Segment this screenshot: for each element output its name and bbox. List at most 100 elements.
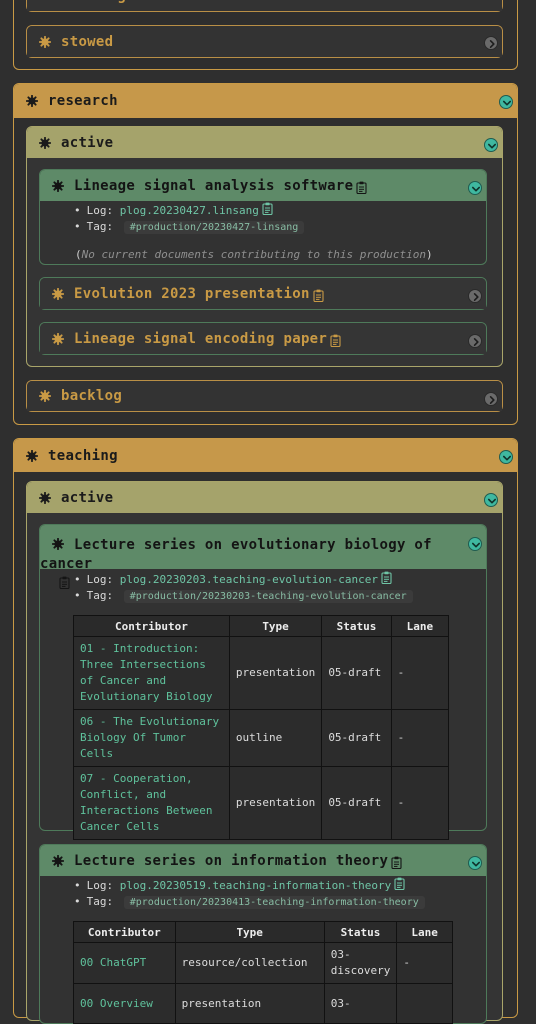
log-link[interactable]: plog.20230203.teaching-evolution-cancer (120, 573, 378, 586)
chevron-right-icon[interactable] (468, 334, 482, 348)
gear-icon (39, 390, 51, 402)
production-card-header[interactable]: Lineage signal analysis software (40, 170, 486, 201)
clipboard-icon[interactable] (356, 179, 367, 192)
category-teaching-title: teaching (48, 447, 118, 464)
production-title: Lecture series on evolutionary biology o… (40, 537, 432, 572)
tag-chip[interactable]: #production/20230427-linsang (123, 221, 305, 234)
chevron-right-icon[interactable] (468, 289, 482, 303)
gear-icon (26, 450, 38, 462)
lane-research-active-header[interactable]: active (27, 127, 502, 158)
type-cell: outline (228, 709, 323, 767)
status-cell: 05-draft (321, 766, 392, 840)
status-cell: 05-draft (321, 709, 392, 767)
contributor-link[interactable]: 00 ChatGPT (73, 942, 176, 984)
tag-line: • Tag: #production/20230203-teaching-evol… (74, 589, 413, 603)
chevron-down-icon[interactable] (468, 856, 482, 870)
lane-research-active-label: active (61, 134, 114, 151)
tag-line: • Tag: #production/20230413-teaching-info… (74, 895, 425, 909)
lane-research-backlog-label: backlog (61, 388, 123, 404)
lane-stowed-label: stowed (61, 33, 114, 50)
bullet: • (74, 589, 81, 602)
lane-backlog-top-label: backlog (65, 0, 126, 4)
bullet: • (74, 220, 81, 233)
lane-cell: - (390, 766, 450, 840)
production-card-collapsed[interactable]: Evolution 2023 presentation (39, 277, 487, 310)
production-card-header[interactable]: Lecture series on information theory (40, 845, 486, 876)
table-row: 00 ChatGPT resource/collection 03-discov… (73, 942, 453, 984)
chevron-down-icon[interactable] (468, 181, 482, 195)
lane-stowed[interactable]: stowed (26, 25, 503, 58)
log-label: Log: (86, 879, 114, 892)
column-header: Type (228, 615, 323, 637)
clipboard-icon[interactable] (330, 332, 341, 345)
tag-label: Tag: (86, 895, 114, 908)
contributor-link[interactable]: 07 - Cooperation, Conflict, and Interact… (73, 766, 230, 840)
gear-icon (52, 855, 64, 867)
log-label: Log: (86, 573, 114, 586)
gear-icon (39, 137, 51, 149)
status-cell: 05-draft (321, 636, 392, 710)
lane-teaching-active-header[interactable]: active (27, 482, 502, 513)
bullet: • (74, 204, 81, 217)
lane-backlog-top[interactable]: backlog (26, 0, 503, 12)
empty-note-text: No current documents contributing to thi… (81, 248, 426, 261)
clipboard-icon[interactable] (394, 877, 405, 890)
log-link[interactable]: plog.20230427.linsang (120, 204, 259, 217)
chevron-down-icon[interactable] (484, 138, 498, 152)
column-header: Contributor (73, 921, 176, 943)
chevron-right-icon[interactable] (484, 36, 498, 50)
production-title: Lineage signal analysis software (74, 177, 354, 194)
lane-cell (396, 983, 453, 1024)
clipboard-icon[interactable] (59, 574, 70, 587)
table-row: 06 - The Evolutionary Biology Of Tumor C… (73, 709, 450, 767)
contributor-link[interactable]: 01 - Introduction: Three Intersections o… (73, 636, 230, 710)
lane-cell: - (390, 636, 450, 710)
production-title: Evolution 2023 presentation (74, 285, 310, 302)
chevron-down-icon[interactable] (499, 450, 513, 464)
gear-icon (52, 288, 64, 300)
clipboard-icon[interactable] (391, 854, 402, 867)
contributor-link[interactable]: 00 Overview (73, 983, 176, 1024)
category-research-header[interactable]: research (14, 84, 517, 118)
production-card-collapsed[interactable]: Lineage signal encoding paper (39, 322, 487, 355)
tag-chip[interactable]: #production/20230203-teaching-evolution-… (123, 590, 413, 603)
gear-icon (26, 95, 38, 107)
log-line: • Log: plog.20230427.linsang (74, 202, 273, 217)
bullet: • (74, 573, 81, 586)
production-card-header[interactable]: Lecture series on evolutionary biology o… (40, 525, 486, 569)
gear-icon (52, 538, 64, 550)
chevron-down-icon[interactable] (468, 537, 482, 551)
column-header: Lane (390, 615, 450, 637)
gear-icon (52, 333, 64, 345)
category-teaching-header[interactable]: teaching (14, 439, 517, 472)
bullet: • (74, 879, 81, 892)
contributor-table: Contributor Type Status Lane 01 - Introd… (73, 615, 450, 840)
column-header: Lane (396, 921, 453, 943)
log-label: Log: (86, 204, 114, 217)
table-row: 00 Overview presentation 03- (73, 983, 453, 1024)
column-header: Type (174, 921, 325, 943)
status-cell: 03- (323, 983, 398, 1024)
type-cell: presentation (228, 636, 323, 710)
lane-research-backlog[interactable]: backlog (26, 380, 503, 412)
column-header: Contributor (73, 615, 230, 637)
clipboard-icon[interactable] (381, 571, 392, 584)
tag-line: • Tag: #production/20230427-linsang (74, 220, 305, 234)
status-cell: 03-discovery (323, 942, 398, 984)
chevron-right-icon[interactable] (484, 392, 498, 406)
lane-teaching-active-label: active (61, 489, 114, 506)
empty-note: (No current documents contributing to th… (75, 248, 433, 261)
chevron-down-icon[interactable] (499, 95, 513, 109)
tag-chip[interactable]: #production/20230413-teaching-informatio… (123, 896, 425, 909)
type-cell: presentation (174, 983, 325, 1024)
category-research-title: research (48, 93, 118, 109)
contributor-link[interactable]: 06 - The Evolutionary Biology Of Tumor C… (73, 709, 230, 767)
column-header: Status (321, 615, 392, 637)
clipboard-icon[interactable] (313, 287, 324, 300)
production-title: Lecture series on information theory (74, 852, 389, 869)
log-link[interactable]: plog.20230519.teaching-information-theor… (120, 879, 392, 892)
column-header: Status (323, 921, 398, 943)
chevron-down-icon[interactable] (484, 493, 498, 507)
clipboard-icon[interactable] (262, 202, 273, 215)
table-row: 01 - Introduction: Three Intersections o… (73, 636, 450, 710)
